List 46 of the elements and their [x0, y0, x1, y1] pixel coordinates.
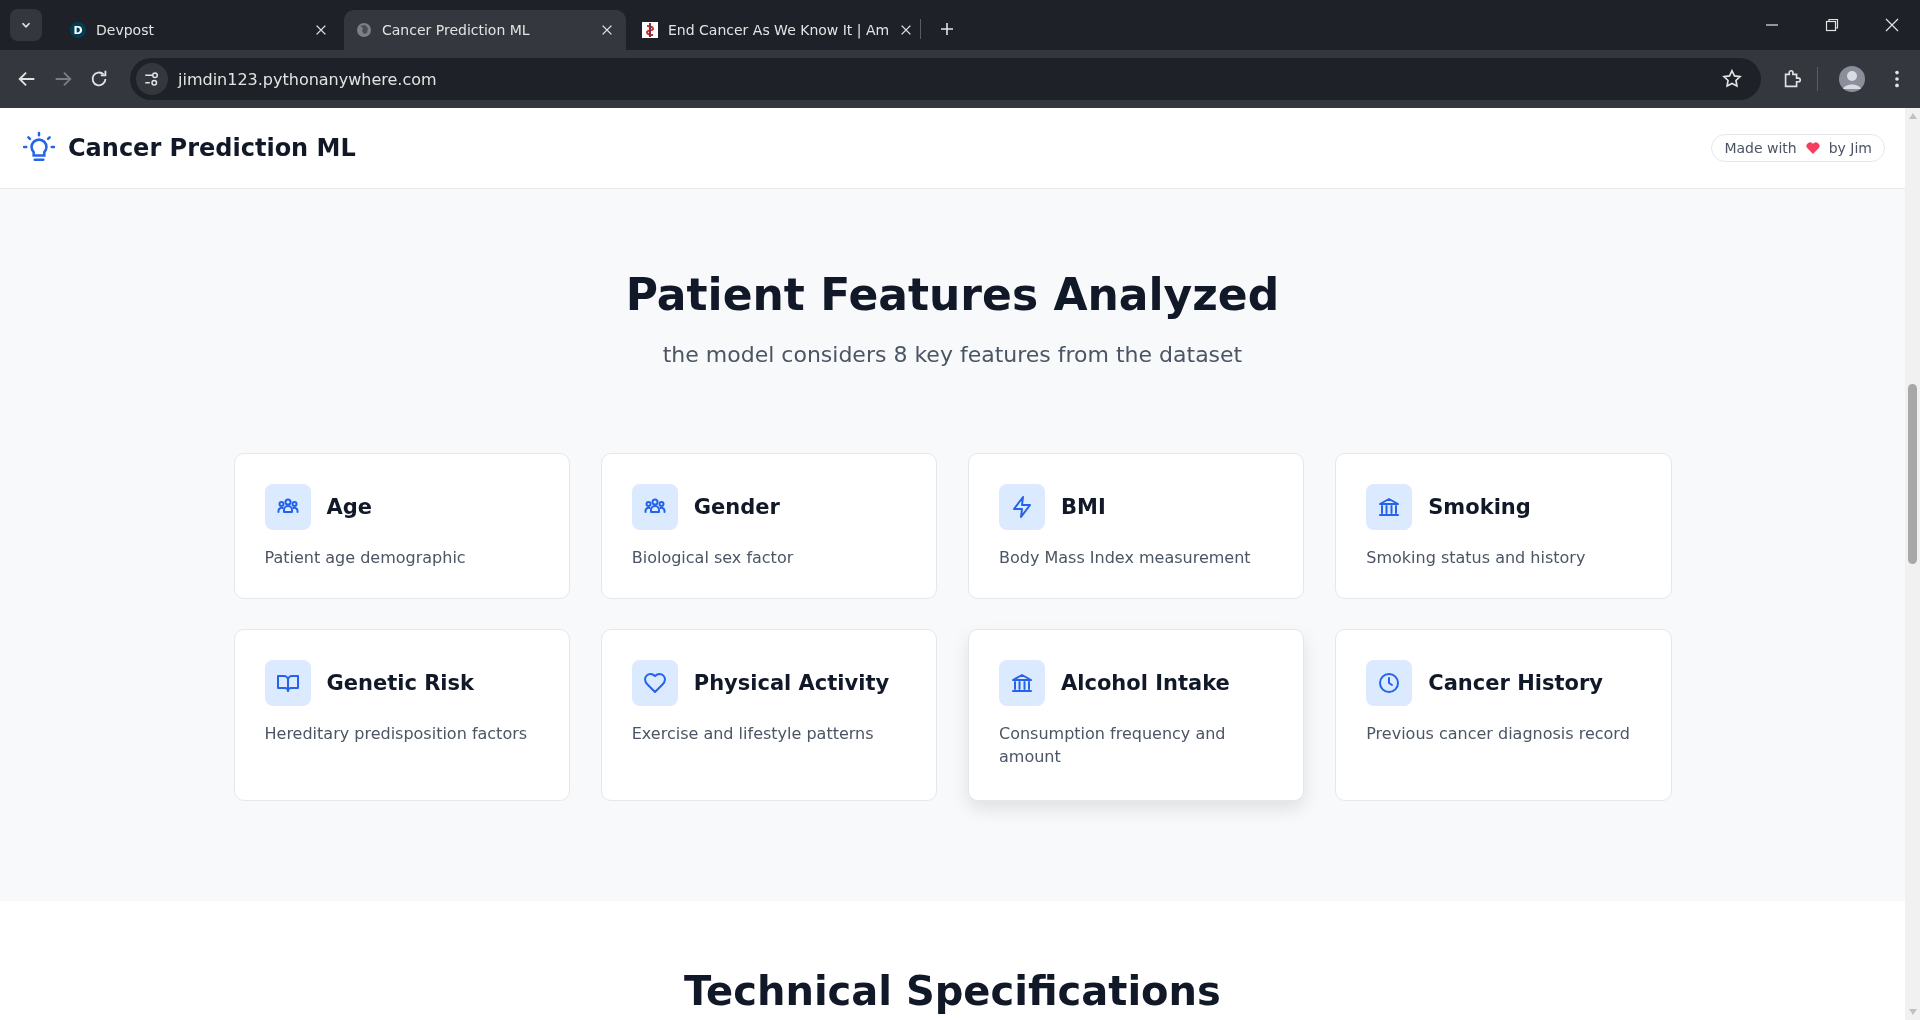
feature-description: Consumption frequency and amount [999, 723, 1227, 769]
feature-title: Alcohol Intake [1061, 671, 1230, 695]
scrollbar-thumb[interactable] [1908, 384, 1917, 564]
people-icon [264, 484, 311, 530]
clock-icon [1366, 660, 1413, 706]
tab-list-button[interactable] [10, 9, 42, 41]
heart-icon [1804, 140, 1821, 156]
feature-title: BMI [1061, 495, 1106, 519]
building-icon [999, 660, 1045, 706]
feature-title: Cancer History [1428, 671, 1603, 695]
close-icon[interactable] [314, 23, 328, 37]
people-icon [631, 484, 678, 530]
building-icon [1366, 484, 1413, 530]
feature-description: Patient age demographic [264, 547, 467, 569]
lightning-icon [999, 484, 1045, 530]
feature-title: Genetic Risk [326, 671, 474, 695]
address-bar[interactable]: jimdin123.pythonanywhere.com [130, 58, 1761, 100]
feature-description: Biological sex factor [631, 547, 795, 569]
feature-description: Hereditary predisposition factors [264, 723, 529, 745]
restore-icon[interactable] [1824, 17, 1840, 33]
feature-title: Gender [693, 495, 780, 519]
feature-description: Body Mass Index measurement [999, 547, 1252, 569]
feature-description: Exercise and lifestyle patterns [631, 723, 875, 745]
favicon-icon: D [70, 22, 86, 38]
feature-title: Age [326, 495, 373, 519]
close-icon[interactable] [600, 23, 614, 37]
feature-description: Smoking status and history [1366, 547, 1587, 569]
close-icon[interactable] [1884, 17, 1900, 33]
favicon-icon [642, 22, 658, 38]
browser-tab[interactable]: End Cancer As We Know It | Am [630, 10, 912, 50]
book-icon [264, 660, 311, 706]
profile-avatar[interactable] [1838, 65, 1866, 93]
feature-description: Previous cancer diagnosis record [1366, 723, 1631, 745]
scrollbar[interactable] [1905, 108, 1920, 1020]
section-title: Technical Specifications [684, 968, 1221, 1014]
section-title: Patient Features Analyzed [625, 269, 1280, 320]
bookmark-star-icon[interactable] [1721, 68, 1743, 90]
browser-tab[interactable]: D Devpost [58, 10, 340, 50]
browser-tab[interactable]: Cancer Prediction ML [344, 10, 626, 50]
site-info-icon[interactable] [136, 63, 168, 95]
site-title[interactable]: Cancer Prediction ML [68, 134, 356, 162]
section-subtitle: the model considers 8 key features from the dataset [662, 342, 1243, 367]
new-tab-icon[interactable] [939, 21, 955, 37]
feature-title: Physical Activity [693, 671, 890, 695]
feature-title: Smoking [1428, 495, 1531, 519]
globe-icon [356, 22, 372, 38]
